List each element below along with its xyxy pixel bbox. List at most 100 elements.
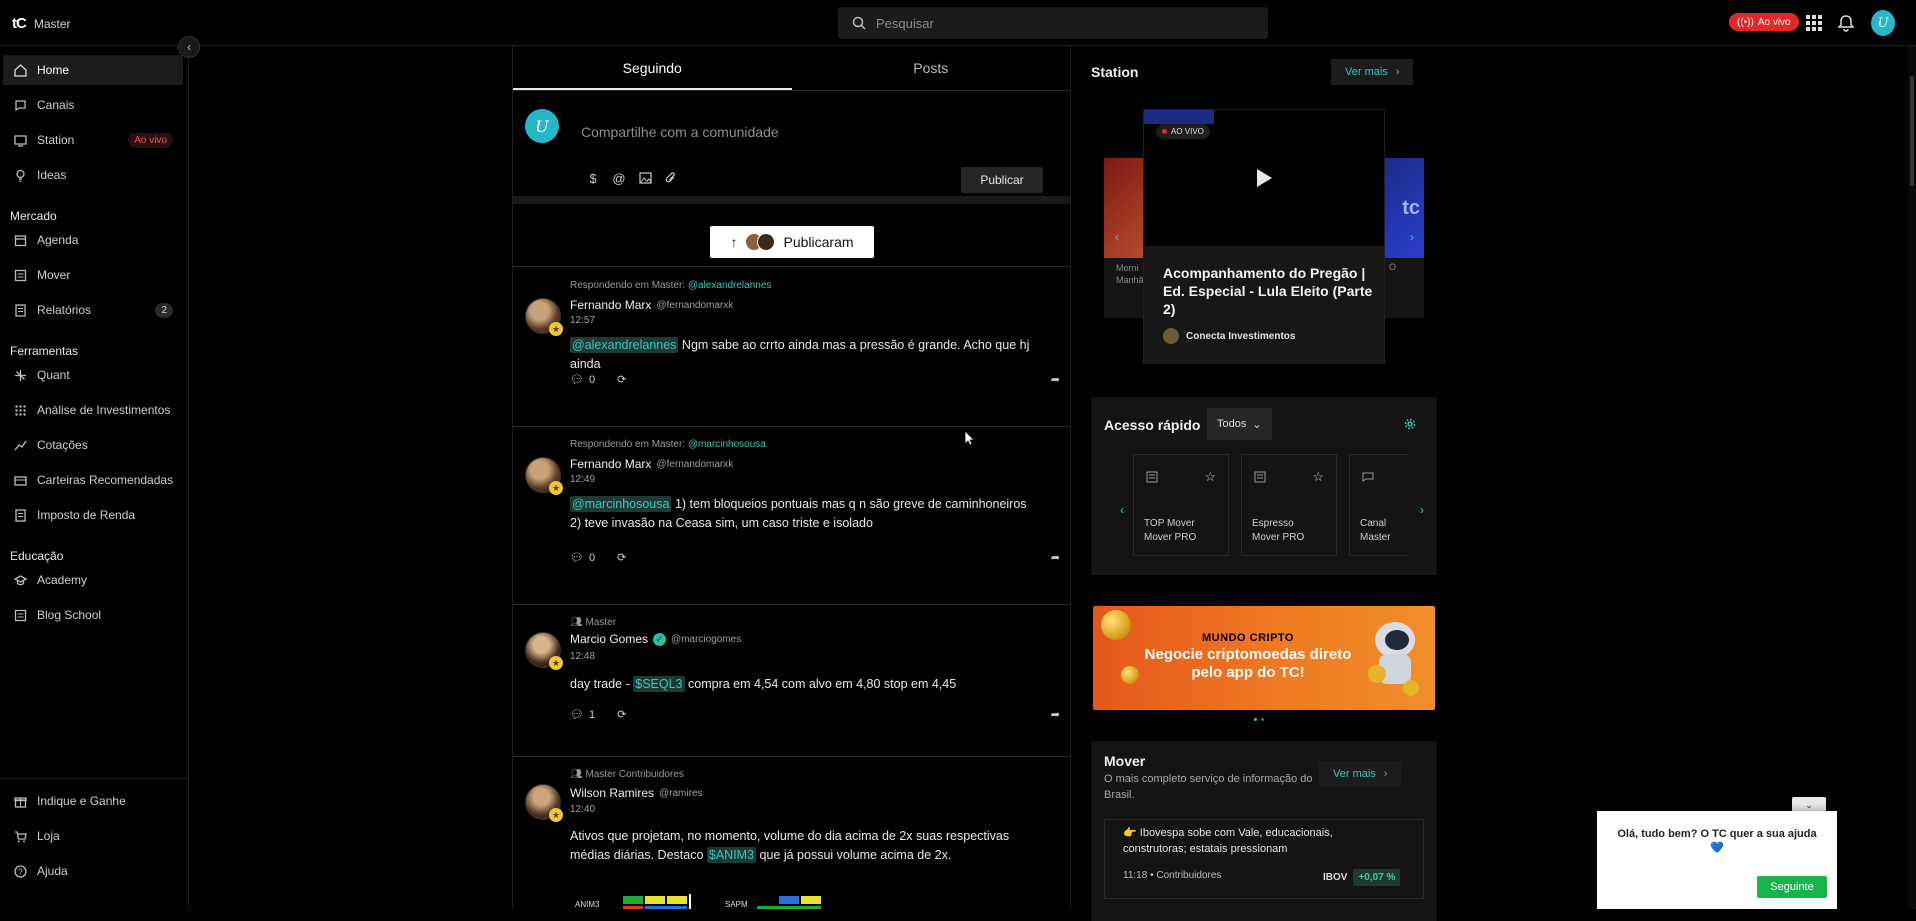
sidebar-item-canais[interactable]: Canais: [3, 90, 183, 120]
share-icon[interactable]: ➦: [1051, 708, 1060, 721]
collapse-sidebar-button[interactable]: ‹: [178, 36, 200, 58]
pagination-dot[interactable]: [1261, 718, 1264, 721]
ticker-tag[interactable]: $SEQL3: [633, 676, 685, 692]
publish-button[interactable]: Publicar: [961, 167, 1043, 193]
quick-card-label: Espresso Mover PRO: [1252, 518, 1305, 543]
context-mention[interactable]: @marcinhosousa: [688, 439, 766, 450]
sidebar-item-carteiras[interactable]: Carteiras Recomendadas: [3, 465, 183, 495]
post-author[interactable]: Fernando Marx @fernandomarxk: [570, 457, 733, 471]
channels-icon: [13, 98, 27, 112]
sidebar-item-cotacoes[interactable]: Cotações: [3, 430, 183, 460]
chat-next-button[interactable]: Seguinte: [1757, 876, 1827, 898]
attachment-icon[interactable]: [663, 170, 679, 186]
apps-grid-icon[interactable]: [1802, 11, 1826, 35]
comment-button[interactable]: 💬︎ 0: [570, 373, 595, 387]
repost-icon[interactable]: ⟳: [617, 373, 626, 386]
sidebar-item-indique[interactable]: Indique e Ganhe: [3, 786, 183, 816]
quick-card[interactable]: ☆ Espresso Mover PRO: [1241, 454, 1337, 556]
sidebar-item-imposto[interactable]: Imposto de Renda: [3, 500, 183, 530]
wallet-icon: [13, 473, 27, 487]
sidebar-item-relatorios[interactable]: Relatórios 2: [3, 295, 183, 325]
station-title: Station: [1091, 64, 1139, 80]
brand[interactable]: tC Master: [12, 15, 71, 32]
chevron-right-icon[interactable]: ›: [1404, 229, 1420, 245]
video-player[interactable]: AO VIVO: [1144, 110, 1384, 246]
mention-tag[interactable]: @marcinhosousa: [570, 496, 672, 512]
chevron-left-icon[interactable]: ‹: [1109, 229, 1125, 245]
document-icon: [13, 508, 27, 522]
quick-access-widget: Acesso rápido Todos ⌄ ‹ ☆ TOP Mover Mover…: [1091, 397, 1437, 575]
stream-channel[interactable]: Conecta Investimentos: [1163, 328, 1295, 344]
dollar-icon[interactable]: $: [585, 170, 601, 186]
live-badge: AO VIVO: [1156, 124, 1210, 139]
astronaut-icon: [1368, 622, 1419, 696]
sidebar-item-home[interactable]: Home: [3, 55, 183, 85]
side-caption-left: Morni Manhã: [1116, 263, 1144, 285]
gear-icon[interactable]: [1404, 418, 1416, 433]
tab-seguindo[interactable]: Seguindo: [513, 46, 792, 90]
play-icon[interactable]: [1255, 168, 1273, 188]
featured-stream-card[interactable]: AO VIVO Acompanhamento do Pregão | Ed. E…: [1144, 110, 1384, 363]
crypto-banner[interactable]: MUNDO CRIPTO Negocie criptomoedas direto…: [1093, 606, 1435, 710]
sidebar-item-ideas[interactable]: Ideas: [3, 160, 183, 190]
feed-post: 👥︎ Master ★ Marcio Gomes ✓ @marciogomes 12…: [513, 605, 1070, 757]
section-title-educacao: Educação: [10, 549, 64, 563]
post-actions: 💬︎ 0 ⟳ ➦: [570, 373, 1060, 387]
chevron-left-icon[interactable]: ‹: [1114, 502, 1130, 518]
live-button[interactable]: ((•)) Ao vivo: [1729, 13, 1799, 31]
repost-icon[interactable]: ⟳: [617, 551, 626, 564]
banner-headline: Negocie criptomoedas direto pelo app do …: [1144, 646, 1352, 681]
news-item[interactable]: 👉 Ibovespa sobe com Vale, educacionais, …: [1104, 819, 1424, 899]
quick-card[interactable]: ☆ TOP Mover Mover PRO: [1133, 454, 1229, 556]
change-badge: +0,07 %: [1353, 869, 1401, 886]
chart-line-icon: [13, 438, 27, 452]
user-avatar[interactable]: U: [1871, 10, 1895, 36]
sidebar-item-label: Relatórios: [37, 303, 92, 317]
star-icon[interactable]: ☆: [1312, 469, 1324, 485]
ticker-tag[interactable]: $ANIM3: [706, 847, 757, 863]
sidebar-item-loja[interactable]: Loja: [3, 821, 183, 851]
share-icon[interactable]: ➦: [1051, 373, 1060, 386]
mention-icon[interactable]: @: [611, 170, 627, 186]
page-scrollbar[interactable]: [1908, 46, 1916, 909]
stream-title[interactable]: Acompanhamento do Pregão | Ed. Especial …: [1163, 264, 1373, 318]
tab-posts[interactable]: Posts: [792, 46, 1071, 90]
share-icon[interactable]: ➦: [1051, 551, 1060, 564]
pagination-dot[interactable]: [1254, 718, 1257, 721]
scrollbar-thumb[interactable]: [1910, 76, 1914, 186]
post-author[interactable]: Wilson Ramires @ramires: [570, 786, 703, 800]
sidebar-item-agenda[interactable]: Agenda: [3, 225, 183, 255]
composer-input[interactable]: Compartilhe com a comunidade: [581, 124, 779, 140]
mention-tag[interactable]: @alexandrelannes: [570, 337, 679, 353]
quick-card[interactable]: Canal Master: [1349, 454, 1409, 556]
bell-icon[interactable]: [1834, 11, 1858, 35]
sidebar-item-mover[interactable]: Mover: [3, 260, 183, 290]
context-mention[interactable]: @alexandrelannes: [688, 280, 772, 291]
sidebar-item-analise[interactable]: Análise de Investimentos: [3, 395, 183, 425]
repost-icon[interactable]: ⟳: [617, 708, 626, 721]
sidebar-item-station[interactable]: Station Ao vivo: [3, 125, 183, 155]
post-author[interactable]: Fernando Marx @fernandomarxk: [570, 298, 733, 312]
comment-button[interactable]: 💬︎ 1: [570, 708, 595, 722]
sidebar-item-quant[interactable]: Quant: [3, 360, 183, 390]
quick-access-filter[interactable]: Todos ⌄: [1207, 408, 1272, 440]
comment-button[interactable]: 💬︎ 0: [570, 551, 595, 565]
mover-ver-mais-button[interactable]: Ver mais ›: [1319, 761, 1402, 787]
group-context: 👥︎ Master: [570, 617, 617, 628]
search-input[interactable]: Pesquisar: [838, 7, 1268, 39]
gift-icon: [13, 794, 27, 808]
image-icon[interactable]: [637, 170, 653, 186]
chevron-right-icon: ›: [1395, 66, 1400, 78]
post-author[interactable]: Marcio Gomes ✓ @marciogomes: [570, 632, 741, 646]
sidebar-item-blog-school[interactable]: Blog School: [3, 600, 183, 630]
avatar: [1163, 328, 1179, 344]
chevron-right-icon[interactable]: ›: [1414, 502, 1430, 518]
station-ver-mais-button[interactable]: Ver mais ›: [1331, 59, 1414, 85]
sidebar-item-academy[interactable]: Academy: [3, 565, 183, 595]
new-posts-button[interactable]: ↑ Publicaram: [710, 226, 874, 258]
star-icon[interactable]: ☆: [1204, 469, 1216, 485]
sidebar-item-ajuda[interactable]: ? Ajuda: [3, 856, 183, 886]
reply-context: Respondendo em Master: @marcinhosousa: [570, 439, 766, 450]
post-time: 12:40: [570, 804, 596, 815]
post-image-table[interactable]: ANIM3 SAPM: [575, 894, 875, 909]
